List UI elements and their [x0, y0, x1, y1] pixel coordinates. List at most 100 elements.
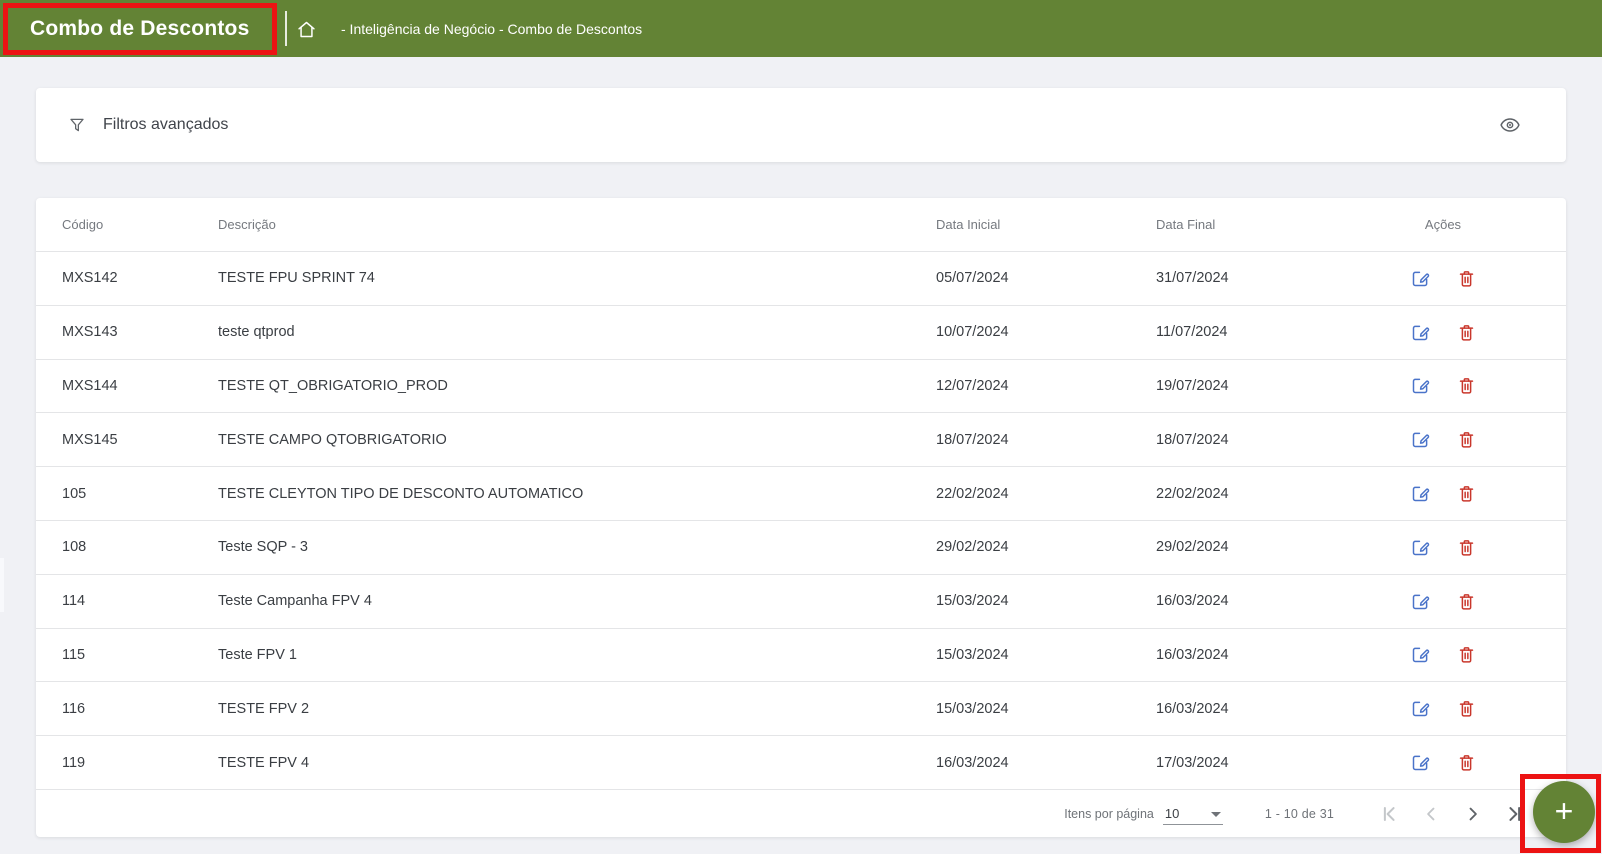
next-page-button[interactable] — [1452, 794, 1494, 834]
cell-data-inicial: 22/02/2024 — [936, 485, 1009, 502]
table-body: MXS142 TESTE FPU SPRINT 74 05/07/2024 31… — [36, 252, 1566, 790]
edit-icon — [1410, 268, 1431, 289]
page-title: Combo de Descontos — [30, 17, 250, 40]
cell-acoes — [1376, 320, 1566, 344]
cell-codigo: MXS144 — [62, 377, 118, 394]
last-page-button[interactable] — [1494, 794, 1536, 834]
trash-icon — [1457, 269, 1476, 288]
discount-combo-table: Código Descrição Data Inicial Data Final… — [36, 198, 1566, 837]
filter-icon — [68, 116, 86, 134]
cell-descricao: TESTE FPV 4 — [218, 754, 310, 771]
edit-icon — [1410, 375, 1431, 396]
items-per-page-select[interactable]: 10 — [1162, 803, 1223, 825]
cell-descricao: Teste FPV 1 — [218, 646, 297, 663]
cell-descricao: TESTE FPU SPRINT 74 — [218, 270, 375, 287]
cell-descricao: TESTE CAMPO QTOBRIGATORIO — [218, 431, 447, 448]
cell-data-inicial: 18/07/2024 — [936, 431, 1009, 448]
table-header-row: Código Descrição Data Inicial Data Final… — [36, 198, 1566, 252]
delete-button[interactable] — [1454, 535, 1478, 559]
cell-data-final: 11/07/2024 — [1156, 324, 1228, 341]
cell-descricao: TESTE QT_OBRIGATORIO_PROD — [218, 377, 448, 394]
trash-icon — [1457, 699, 1476, 718]
delete-button[interactable] — [1454, 374, 1478, 398]
cell-codigo: 119 — [62, 754, 86, 771]
cell-data-final: 16/03/2024 — [1156, 700, 1229, 717]
cell-acoes — [1376, 482, 1566, 506]
edit-button[interactable] — [1408, 697, 1432, 721]
cell-data-final: 31/07/2024 — [1156, 270, 1229, 287]
advanced-filters-toggle[interactable]: Filtros avançados — [68, 116, 228, 134]
cell-acoes — [1376, 697, 1566, 721]
trash-icon — [1457, 376, 1476, 395]
cell-acoes — [1376, 428, 1566, 452]
home-icon — [296, 19, 317, 40]
cell-acoes — [1376, 535, 1566, 559]
delete-button[interactable] — [1454, 643, 1478, 667]
edit-icon — [1410, 591, 1431, 612]
delete-button[interactable] — [1454, 266, 1478, 290]
edit-icon — [1410, 698, 1431, 719]
cell-data-inicial: 15/03/2024 — [936, 646, 1009, 663]
add-button[interactable]: + — [1533, 781, 1595, 843]
trash-icon — [1457, 592, 1476, 611]
cell-data-inicial: 29/02/2024 — [936, 539, 1009, 556]
eye-icon — [1499, 114, 1521, 136]
table-row: MXS144 TESTE QT_OBRIGATORIO_PROD 12/07/2… — [36, 360, 1566, 414]
first-page-button[interactable] — [1368, 794, 1410, 834]
cell-data-inicial: 15/03/2024 — [936, 593, 1009, 610]
table-row: MXS145 TESTE CAMPO QTOBRIGATORIO 18/07/2… — [36, 413, 1566, 468]
edit-button[interactable] — [1408, 428, 1432, 452]
delete-button[interactable] — [1454, 751, 1478, 775]
visibility-button[interactable] — [1496, 111, 1524, 139]
annotation-rect-title: Combo de Descontos — [3, 3, 277, 55]
edit-button[interactable] — [1408, 266, 1432, 290]
cell-data-inicial: 15/03/2024 — [936, 700, 1009, 717]
delete-button[interactable] — [1454, 320, 1478, 344]
edit-button[interactable] — [1408, 751, 1432, 775]
edit-button[interactable] — [1408, 320, 1432, 344]
column-header-data-inicial: Data Inicial — [936, 217, 1001, 232]
home-button[interactable] — [294, 17, 318, 41]
chevron-down-icon — [1210, 812, 1221, 817]
cell-data-final: 18/07/2024 — [1156, 431, 1229, 448]
delete-button[interactable] — [1454, 589, 1478, 613]
edit-icon — [1410, 537, 1431, 558]
cell-acoes — [1376, 643, 1566, 667]
edit-icon — [1410, 644, 1431, 665]
cell-data-inicial: 12/07/2024 — [936, 377, 1009, 394]
cell-codigo: 105 — [62, 485, 87, 502]
cell-codigo: 108 — [62, 539, 87, 556]
trash-icon — [1457, 753, 1476, 772]
chevron-right-icon — [1463, 804, 1483, 824]
edit-button[interactable] — [1408, 589, 1432, 613]
edit-button[interactable] — [1408, 374, 1432, 398]
cell-data-inicial: 16/03/2024 — [936, 754, 1009, 771]
items-per-page-label: Itens por página — [1064, 806, 1154, 821]
table-pagination: Itens por página 10 1 - 10 de 31 — [36, 790, 1566, 837]
table-row: MXS143 teste qtprod 10/07/2024 11/07/202… — [36, 306, 1566, 360]
cell-descricao: TESTE FPV 2 — [218, 700, 310, 717]
cell-codigo: 115 — [62, 646, 86, 663]
cell-acoes — [1376, 374, 1566, 398]
plus-icon: + — [1554, 792, 1574, 829]
cell-data-inicial: 10/07/2024 — [936, 324, 1009, 341]
edit-icon — [1410, 322, 1431, 343]
drawer-edge — [0, 558, 4, 612]
breadcrumb: - Inteligência de Negócio - Combo de Des… — [341, 20, 643, 37]
delete-button[interactable] — [1454, 428, 1478, 452]
delete-button[interactable] — [1454, 482, 1478, 506]
items-per-page-value: 10 — [1164, 805, 1180, 821]
edit-button[interactable] — [1408, 482, 1432, 506]
edit-icon — [1410, 429, 1431, 450]
cell-descricao: teste qtprod — [218, 324, 295, 341]
previous-page-button[interactable] — [1410, 794, 1452, 834]
cell-codigo: MXS143 — [62, 324, 118, 341]
cell-data-final: 16/03/2024 — [1156, 646, 1229, 663]
delete-button[interactable] — [1454, 697, 1478, 721]
edit-button[interactable] — [1408, 535, 1432, 559]
cell-data-final: 22/02/2024 — [1156, 485, 1229, 502]
advanced-filters-label: Filtros avançados — [103, 116, 229, 133]
header-divider — [285, 11, 287, 46]
cell-codigo: MXS142 — [62, 270, 118, 287]
edit-button[interactable] — [1408, 643, 1432, 667]
